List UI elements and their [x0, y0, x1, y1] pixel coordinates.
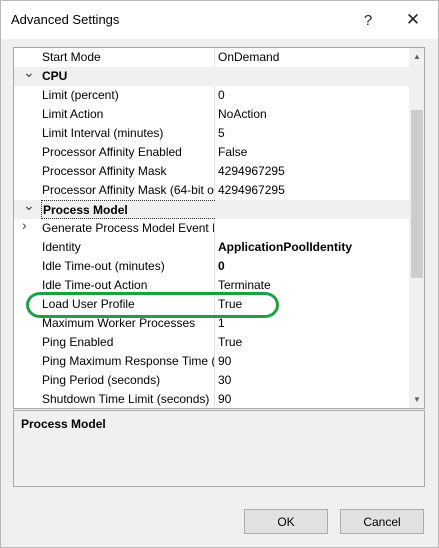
row-gutter	[14, 123, 41, 143]
row-gutter	[14, 370, 41, 390]
property-name: Generate Process Model Event Log	[41, 218, 215, 238]
property-rows: Start Mode OnDemand ⌄ CPU Limit (percent) 0 Li…	[14, 48, 409, 409]
property-row[interactable]: Identity ApplicationPoolIdentity	[14, 237, 409, 257]
property-value[interactable]: 4294967295	[215, 162, 409, 181]
description-title: Process Model	[21, 417, 106, 431]
property-name: Limit Action	[41, 104, 215, 124]
property-name: Idle Time-out (minutes)	[41, 256, 215, 276]
property-name: Shutdown Time Limit (seconds)	[41, 389, 215, 408]
ok-button[interactable]: OK	[244, 509, 328, 534]
property-name: Load User Profile	[41, 294, 215, 314]
property-name: Processor Affinity Mask	[41, 161, 215, 181]
property-row[interactable]: Limit Interval (minutes) 5	[14, 123, 409, 143]
scroll-down-icon[interactable]: ▼	[409, 391, 424, 408]
property-name: Limit Interval (minutes)	[41, 123, 215, 143]
property-name: Start Mode	[41, 48, 215, 67]
collapse-chevron-icon[interactable]: ⌄	[23, 198, 35, 212]
property-value[interactable]: True	[215, 333, 409, 352]
row-gutter	[14, 237, 41, 257]
property-name: CPU	[42, 69, 68, 83]
dialog-title: Advanced Settings	[11, 12, 120, 27]
row-gutter	[14, 104, 41, 124]
property-value[interactable]	[215, 219, 409, 238]
property-name: Ping Maximum Response Time (se	[41, 351, 215, 371]
property-row[interactable]: Processor Affinity Enabled False	[14, 142, 409, 162]
description-panel: Process Model	[13, 410, 425, 487]
property-row[interactable]: Processor Affinity Mask (64-bit op 429496…	[14, 180, 409, 200]
property-name: Maximum Worker Processes	[41, 313, 215, 333]
property-value[interactable]: 90	[215, 352, 409, 371]
property-value[interactable]: OnDemand	[215, 48, 409, 67]
row-gutter: ⌄	[14, 198, 41, 219]
row-gutter	[14, 389, 41, 408]
title-bar: Advanced Settings ? ✕	[1, 1, 438, 39]
row-gutter	[14, 161, 41, 181]
property-row[interactable]: Limit Action NoAction	[14, 104, 409, 124]
property-name: Ping Enabled	[41, 332, 215, 352]
row-gutter: ⌄	[14, 65, 41, 86]
property-value[interactable]: Terminate	[215, 276, 409, 295]
property-value[interactable]: 30	[215, 371, 409, 390]
row-gutter	[14, 275, 41, 295]
property-row[interactable]: Processor Affinity Mask 4294967295	[14, 161, 409, 181]
property-row[interactable]: Idle Time-out Action Terminate	[14, 275, 409, 295]
vertical-scrollbar[interactable]: ▲ ▼	[409, 48, 424, 408]
property-row[interactable]: Idle Time-out (minutes) 0	[14, 256, 409, 276]
property-name: Idle Time-out Action	[41, 275, 215, 295]
property-row[interactable]: Limit (percent) 0	[14, 85, 409, 105]
property-row[interactable]: Ping Period (seconds) 30	[14, 370, 409, 390]
property-row[interactable]: Start Mode OnDemand	[14, 48, 409, 67]
property-value[interactable]: 4294967295	[215, 181, 409, 200]
row-gutter	[14, 294, 41, 314]
close-button[interactable]: ✕	[399, 7, 427, 33]
property-name: Process Model	[41, 200, 215, 219]
property-row[interactable]: Ping Maximum Response Time (se 90	[14, 351, 409, 371]
property-row[interactable]: Maximum Worker Processes 1	[14, 313, 409, 333]
row-gutter	[14, 351, 41, 371]
property-value[interactable]: NoAction	[215, 105, 409, 124]
property-name: Processor Affinity Mask (64-bit op	[41, 180, 215, 200]
cancel-button[interactable]: Cancel	[340, 509, 424, 534]
property-row[interactable]: Shutdown Time Limit (seconds) 90	[14, 389, 409, 409]
category-row[interactable]: ⌄ CPU	[14, 65, 409, 86]
row-gutter: ›	[14, 218, 41, 238]
property-value[interactable]: 1	[215, 314, 409, 333]
expand-chevron-icon[interactable]: ›	[22, 218, 27, 232]
property-row[interactable]: Load User Profile True	[14, 294, 409, 314]
help-button[interactable]: ?	[354, 7, 382, 33]
property-value[interactable]: 5	[215, 124, 409, 143]
advanced-settings-dialog: Advanced Settings ? ✕ Start Mode OnDemand…	[0, 0, 439, 548]
property-value[interactable]: 0	[215, 257, 409, 276]
property-value[interactable]: 90	[215, 390, 409, 409]
property-row[interactable]: › Generate Process Model Event Log	[14, 218, 409, 238]
property-grid: Start Mode OnDemand ⌄ CPU Limit (percent) 0 Li…	[13, 47, 425, 409]
row-gutter	[14, 332, 41, 352]
scrollbar-thumb[interactable]	[411, 110, 423, 278]
property-name: Processor Affinity Enabled	[41, 142, 215, 162]
property-value[interactable]: 0	[215, 86, 409, 105]
category-row[interactable]: ⌄ Process Model	[14, 198, 409, 219]
collapse-chevron-icon[interactable]: ⌄	[23, 65, 35, 79]
property-name: Identity	[41, 237, 215, 257]
property-value[interactable]: False	[215, 143, 409, 162]
row-gutter	[14, 142, 41, 162]
row-gutter	[14, 85, 41, 105]
scroll-up-icon[interactable]: ▲	[409, 48, 424, 65]
row-gutter	[14, 313, 41, 333]
property-value[interactable]: True	[215, 295, 409, 314]
property-value[interactable]: ApplicationPoolIdentity	[215, 238, 409, 257]
property-name: Limit (percent)	[41, 85, 215, 105]
property-row[interactable]: Ping Enabled True	[14, 332, 409, 352]
property-name: Ping Period (seconds)	[41, 370, 215, 390]
row-gutter	[14, 256, 41, 276]
